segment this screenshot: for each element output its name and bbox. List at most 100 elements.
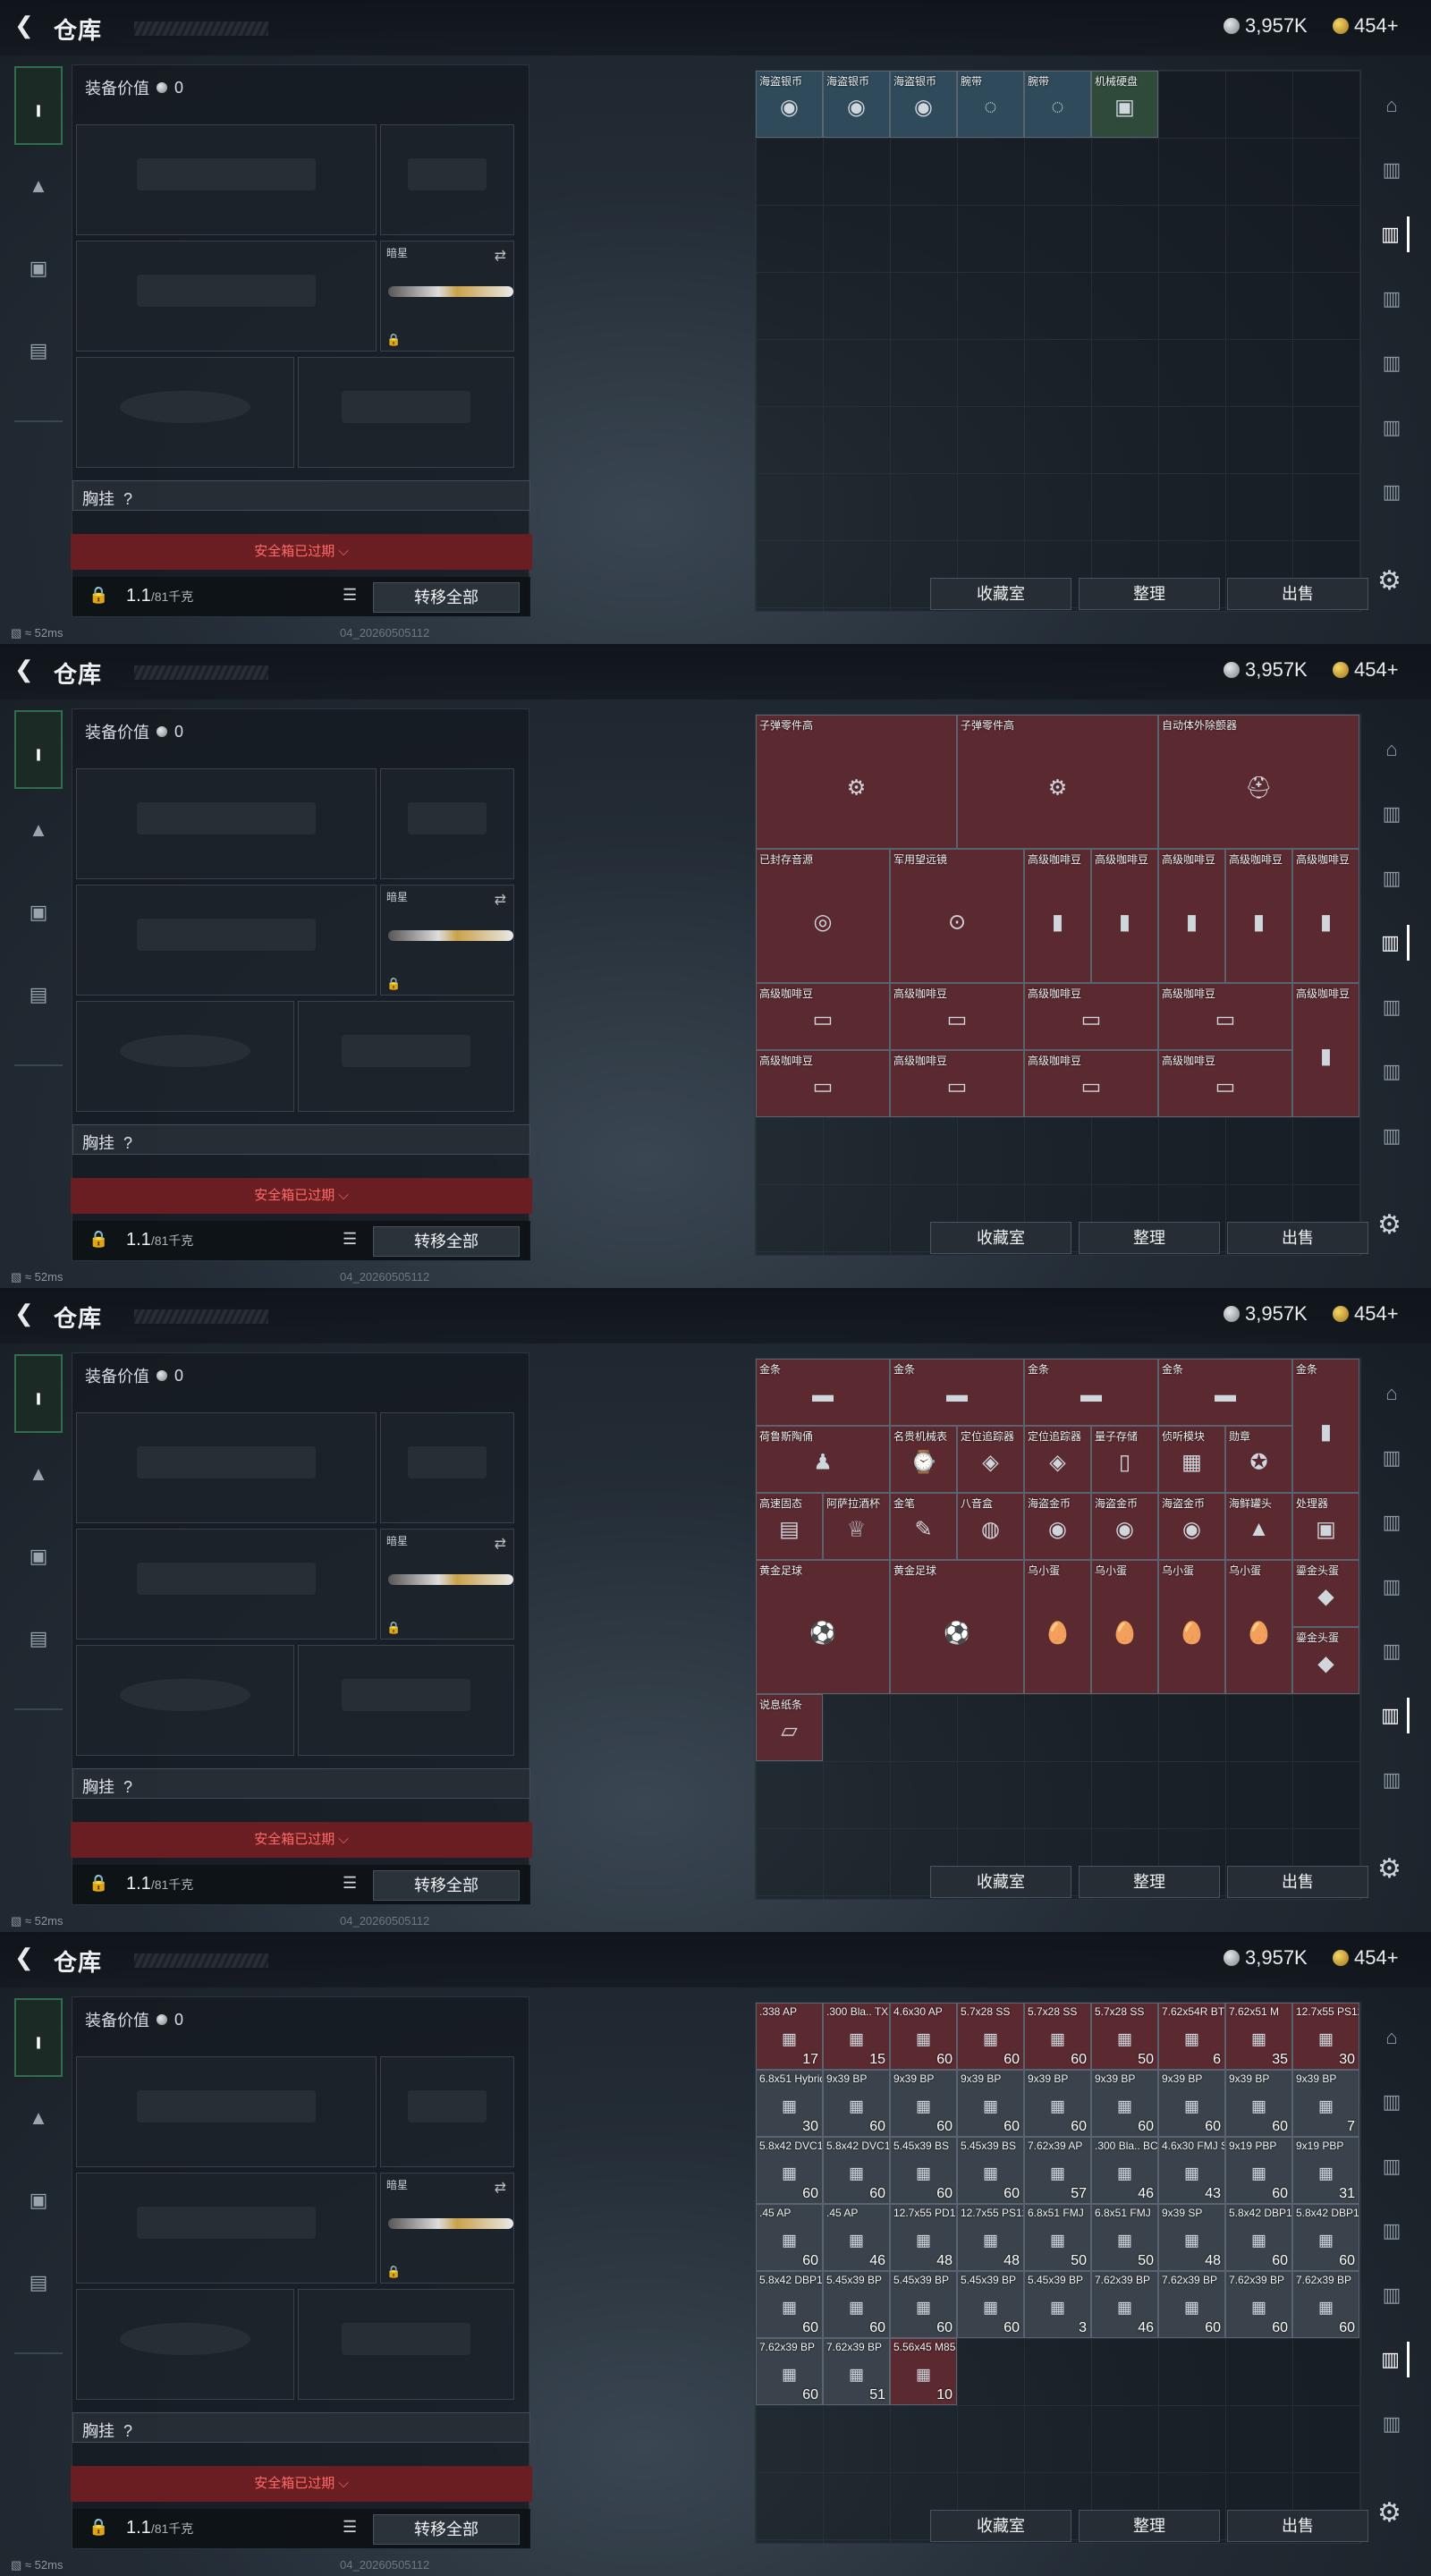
- storage-page-tab[interactable]: ▥: [1374, 281, 1410, 317]
- secondary-weapon-slot[interactable]: [76, 885, 377, 996]
- storage-page-tab[interactable]: ▥: [1374, 2148, 1410, 2184]
- inventory-item[interactable]: 乌小蛋 🥚: [1158, 1560, 1225, 1694]
- inventory-item[interactable]: 高级咖啡豆 ▭: [756, 1050, 890, 1117]
- inventory-item[interactable]: 黄金足球 ⚽: [756, 1560, 890, 1694]
- rig-bar[interactable]: 胸挂 ?: [72, 1124, 530, 1155]
- inventory-item[interactable]: 5.56x45 M855A1 ▦ 10: [890, 2338, 957, 2405]
- secondary-weapon-slot[interactable]: [76, 1529, 377, 1640]
- inventory-item[interactable]: 高级咖啡豆 ▮: [1024, 849, 1091, 983]
- lock-icon[interactable]: 🔒: [89, 586, 108, 605]
- inventory-item[interactable]: 4.6x30 AP ▦ 60: [890, 2003, 957, 2070]
- helmet-slot[interactable]: [76, 2289, 294, 2400]
- storage-page-tab[interactable]: ▥: [1374, 1633, 1410, 1669]
- list-icon[interactable]: ☰: [343, 1874, 357, 1893]
- inventory-item[interactable]: 鎏金头蛋 ◆: [1292, 1560, 1359, 1627]
- inventory-item[interactable]: 9x39 BP ▦ 60: [1225, 2070, 1292, 2137]
- inventory-item[interactable]: 5.8x42 DBP10 ▦ 60: [1225, 2204, 1292, 2271]
- tab-case[interactable]: ▤: [14, 1599, 63, 1678]
- inventory-item[interactable]: 金条 ▮: [1292, 1359, 1359, 1493]
- storage-page-tab[interactable]: ▥: [1374, 925, 1410, 961]
- inventory-item[interactable]: 高级咖啡豆 ▭: [1024, 983, 1158, 1050]
- storage-page-tab[interactable]: ▥: [1374, 796, 1410, 832]
- inventory-item[interactable]: 海盗金币 ◉: [1158, 1493, 1225, 1560]
- storage-page-tab[interactable]: ▥: [1374, 2084, 1410, 2120]
- inventory-item[interactable]: .300 Bla.. BCP FMJ ▦ 46: [1091, 2137, 1158, 2204]
- inventory-item[interactable]: 9x39 BP ▦ 60: [957, 2070, 1024, 2137]
- inventory-item[interactable]: 侦听模块 ▦: [1158, 1426, 1225, 1493]
- inventory-item[interactable]: 高级咖啡豆 ▭: [756, 983, 890, 1050]
- back-icon[interactable]: ❮: [14, 1301, 38, 1326]
- inventory-item[interactable]: 7.62x39 BP ▦ 60: [1158, 2271, 1225, 2338]
- inventory-item[interactable]: 量子存储 ▯: [1091, 1426, 1158, 1493]
- inventory-item[interactable]: 处理器 ▣: [1292, 1493, 1359, 1560]
- tab-armor[interactable]: ▲: [14, 2079, 63, 2157]
- safebox-expired-banner[interactable]: 安全箱已过期 ⌵: [71, 1178, 532, 1214]
- inventory-item[interactable]: 高级咖啡豆 ▭: [890, 1050, 1024, 1117]
- collection-button[interactable]: 收藏室: [930, 1222, 1071, 1254]
- inventory-item[interactable]: 5.8x42 DBP10 ▦ 60: [756, 2271, 823, 2338]
- safebox-expired-banner[interactable]: 安全箱已过期 ⌵: [71, 1822, 532, 1858]
- melee-slot[interactable]: 暗星 ⇄ 🔒: [380, 885, 514, 996]
- inventory-item[interactable]: 说息纸条 ▱: [756, 1694, 823, 1761]
- inventory-item[interactable]: 9x39 BP ▦ 60: [823, 2070, 890, 2137]
- rig-bar[interactable]: 胸挂 ?: [72, 1768, 530, 1799]
- inventory-item[interactable]: 自动体外除颤器 ⛑: [1158, 715, 1359, 849]
- gear-icon[interactable]: ⚙: [1377, 1209, 1401, 1241]
- gear-icon[interactable]: ⚙: [1377, 565, 1401, 597]
- tab-case[interactable]: ▤: [14, 955, 63, 1034]
- inventory-item[interactable]: 高级咖啡豆 ▮: [1225, 849, 1292, 983]
- inventory-item[interactable]: 海盗银币 ◉: [890, 71, 957, 138]
- inventory-item[interactable]: 12.7x55 PD12 ▦ 48: [890, 2204, 957, 2271]
- inventory-item[interactable]: 高级咖啡豆 ▮: [1292, 849, 1359, 983]
- inventory-item[interactable]: 5.7x28 SS ▦ 60: [957, 2003, 1024, 2070]
- sort-button[interactable]: 整理: [1079, 1222, 1220, 1254]
- inventory-item[interactable]: 高级咖啡豆 ▮: [1158, 849, 1225, 983]
- inventory-item[interactable]: 9x39 BP ▦ 60: [890, 2070, 957, 2137]
- primary-weapon-slot[interactable]: [76, 1412, 377, 1523]
- inventory-item[interactable]: 高速固态 ▤: [756, 1493, 823, 1560]
- storage-page-tab[interactable]: ▥: [1374, 152, 1410, 188]
- sort-button[interactable]: 整理: [1079, 578, 1220, 610]
- inventory-item[interactable]: 5.7x28 SS ▦ 60: [1024, 2003, 1091, 2070]
- tab-weapons[interactable]: ╻: [14, 1998, 63, 2077]
- home-tab-icon[interactable]: ⌂: [1374, 88, 1410, 123]
- inventory-item[interactable]: 7.62x39 AP ▦ 57: [1024, 2137, 1091, 2204]
- inventory-item[interactable]: 定位追踪器 ◈: [1024, 1426, 1091, 1493]
- collection-button[interactable]: 收藏室: [930, 2510, 1071, 2542]
- inventory-item[interactable]: 7.62x39 BP ▦ 60: [756, 2338, 823, 2405]
- transfer-all-button[interactable]: 转移全部: [373, 2514, 520, 2545]
- storage-page-tab[interactable]: ▥: [1374, 1762, 1410, 1798]
- inventory-item[interactable]: 9x39 BP ▦ 60: [1091, 2070, 1158, 2137]
- home-tab-icon[interactable]: ⌂: [1374, 732, 1410, 767]
- pistol-slot[interactable]: [380, 2056, 514, 2167]
- inventory-item[interactable]: 海盗金币 ◉: [1091, 1493, 1158, 1560]
- inventory-item[interactable]: 高级咖啡豆 ▭: [890, 983, 1024, 1050]
- gold-currency[interactable]: 454+: [1333, 14, 1399, 38]
- inventory-item[interactable]: .338 AP ▦ 17: [756, 2003, 823, 2070]
- tab-rig[interactable]: ▣: [14, 1517, 63, 1596]
- safebox-expired-banner[interactable]: 安全箱已过期 ⌵: [71, 534, 532, 570]
- inventory-item[interactable]: 高级咖啡豆 ▭: [1158, 1050, 1292, 1117]
- inventory-item[interactable]: 腕带 ◌: [1024, 71, 1091, 138]
- storage-page-tab[interactable]: ▥: [1374, 2213, 1410, 2249]
- back-icon[interactable]: ❮: [14, 13, 38, 38]
- inventory-item[interactable]: 7.62x51 M ▦ 35: [1225, 2003, 1292, 2070]
- transfer-all-button[interactable]: 转移全部: [373, 582, 520, 613]
- inventory-item[interactable]: 5.8x42 DVC12 ▦ 60: [823, 2137, 890, 2204]
- lock-icon[interactable]: 🔒: [89, 1874, 108, 1893]
- lock-icon[interactable]: 🔒: [89, 2518, 108, 2537]
- tab-weapons[interactable]: ╻: [14, 66, 63, 145]
- inventory-item[interactable]: 5.7x28 SS ▦ 50: [1091, 2003, 1158, 2070]
- inventory-item[interactable]: 5.45x39 BS ▦ 60: [957, 2137, 1024, 2204]
- inventory-item[interactable]: 7.62x39 BP ▦ 46: [1091, 2271, 1158, 2338]
- list-icon[interactable]: ☰: [343, 1230, 357, 1249]
- inventory-item[interactable]: 7.62x39 BP ▦ 51: [823, 2338, 890, 2405]
- inventory-item[interactable]: 9x39 BP ▦ 60: [1158, 2070, 1225, 2137]
- storage-page-tab[interactable]: ▥: [1374, 1569, 1410, 1605]
- primary-weapon-slot[interactable]: [76, 2056, 377, 2167]
- tab-rig[interactable]: ▣: [14, 229, 63, 308]
- storage-page-tab[interactable]: ▥: [1374, 1118, 1410, 1154]
- helmet-slot[interactable]: [76, 357, 294, 468]
- inventory-item[interactable]: 12.7x55 PS12 ▦ 48: [957, 2204, 1024, 2271]
- secondary-weapon-slot[interactable]: [76, 241, 377, 352]
